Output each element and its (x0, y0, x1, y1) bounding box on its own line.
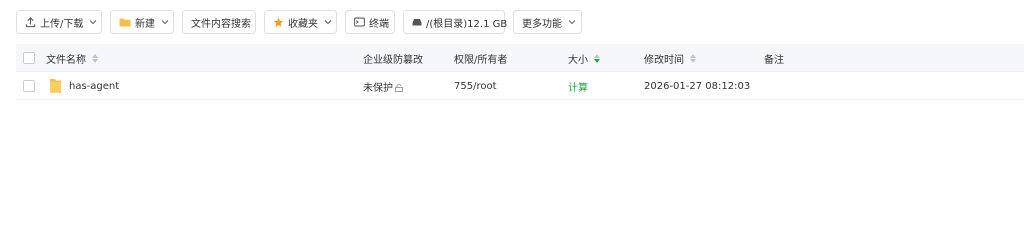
column-header-modified[interactable]: 修改时间 (644, 44, 696, 72)
toolbar: 上传/下载 新建 文件内容搜索 收藏夹 终端 /(根目录)12.1 GB 更多功… (0, 0, 1024, 42)
sort-icon (690, 53, 696, 63)
star-icon (273, 17, 284, 28)
folder-icon (49, 78, 62, 94)
select-all-checkbox[interactable] (23, 44, 35, 72)
file-table: 文件名称 企业级防篡改 权限/所有者 大小 修改时间 备注 has-agent … (16, 44, 1024, 100)
column-header-protection: 企业级防篡改 (363, 44, 423, 72)
upload-download-button[interactable]: 上传/下载 (16, 10, 102, 34)
sort-icon (594, 53, 600, 63)
favorites-label: 收藏夹 (288, 18, 318, 30)
modified-cell: 2026-01-27 08:12:03 (644, 72, 750, 100)
column-header-label: 文件名称 (46, 54, 86, 66)
chevron-down-icon (89, 19, 97, 25)
upload-download-label: 上传/下载 (40, 18, 84, 30)
table-row[interactable]: has-agent 未保护 755/root 计算 2026-01-27 08:… (16, 72, 1024, 100)
table-header: 文件名称 企业级防篡改 权限/所有者 大小 修改时间 备注 (16, 44, 1024, 72)
file-name-cell[interactable]: has-agent (49, 72, 119, 100)
terminal-icon (354, 17, 365, 27)
column-header-label: 企业级防篡改 (363, 54, 423, 66)
disk-label: /(根目录)12.1 GB (426, 18, 508, 30)
disk-button[interactable]: /(根目录)12.1 GB (403, 10, 508, 34)
size-calc-link[interactable]: 计算 (568, 72, 588, 100)
column-header-note: 备注 (764, 44, 784, 72)
favorites-button[interactable]: 收藏夹 (264, 10, 337, 34)
content-search-label: 文件内容搜索 (191, 18, 251, 30)
file-name: has-agent (69, 80, 120, 92)
more-features-label: 更多功能 (522, 18, 562, 30)
column-header-label: 备注 (764, 54, 784, 66)
column-header-label: 修改时间 (644, 54, 684, 66)
protection-status: 未保护 (363, 82, 393, 94)
more-features-button[interactable]: 更多功能 (513, 10, 582, 34)
column-header-permission: 权限/所有者 (454, 44, 507, 72)
permission-cell[interactable]: 755/root (454, 72, 497, 100)
folder-icon (119, 17, 131, 27)
disk-icon (412, 18, 422, 26)
row-checkbox[interactable] (23, 72, 35, 100)
size-value: 计算 (568, 82, 588, 94)
permission-value: 755/root (454, 80, 497, 92)
content-search-button[interactable]: 文件内容搜索 (182, 10, 256, 34)
sort-icon (92, 53, 98, 63)
protection-cell[interactable]: 未保护 (363, 72, 403, 100)
terminal-button[interactable]: 终端 (345, 10, 395, 34)
lock-icon (395, 83, 403, 92)
chevron-down-icon (324, 19, 332, 25)
column-header-name[interactable]: 文件名称 (46, 44, 98, 72)
column-header-size[interactable]: 大小 (568, 44, 600, 72)
column-header-label: 权限/所有者 (454, 54, 508, 66)
chevron-down-icon (161, 19, 169, 25)
terminal-label: 终端 (369, 18, 389, 30)
upload-icon (25, 16, 36, 28)
chevron-down-icon (568, 19, 576, 25)
column-header-label: 大小 (568, 54, 588, 66)
modified-value: 2026-01-27 08:12:03 (644, 80, 751, 92)
new-label: 新建 (135, 18, 155, 30)
new-button[interactable]: 新建 (110, 10, 174, 34)
